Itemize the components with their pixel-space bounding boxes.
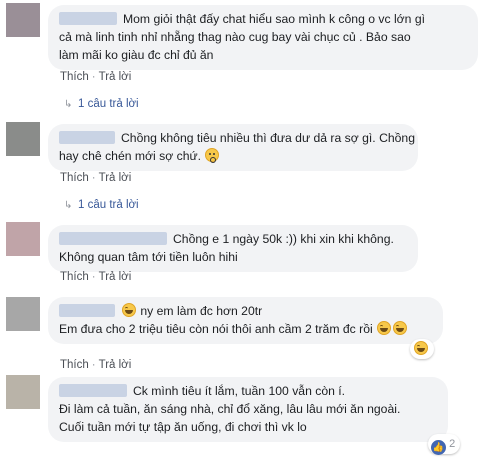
reply-link[interactable]: Trả lời	[99, 172, 132, 184]
laughing-emoji-icon	[122, 303, 136, 317]
laughing-reaction-icon	[414, 341, 428, 355]
avatar[interactable]	[6, 222, 40, 256]
reaction-count: 2	[449, 438, 456, 450]
action-separator: ·	[91, 271, 96, 283]
comment-text-line: Ck mình tiêu ít lắm, tuần 100 vẫn còn í.	[133, 384, 346, 398]
replies-count: 1 câu trả lời	[78, 98, 139, 110]
like-link[interactable]: Thích	[60, 359, 89, 371]
fearful-face-emoji-icon	[205, 148, 220, 163]
like-reaction-icon: 👍	[431, 440, 446, 455]
comment-actions: Thích · Trả lời	[60, 271, 131, 283]
reaction-badge[interactable]	[410, 339, 434, 359]
comment-text-line: Chồng không tiêu nhiều thì đưa dư dả ra …	[121, 131, 415, 145]
comment-text-line: hay chê chén mới sợ chứ.	[59, 149, 202, 163]
laughing-emoji-icon	[377, 321, 392, 335]
avatar[interactable]	[6, 3, 40, 37]
avatar[interactable]	[6, 122, 40, 156]
comment-text-line: Đi làm cả tuần, ăn sáng nhà, chỉ đổ xăng…	[59, 402, 401, 416]
comment-actions: Thích · Trả lời	[60, 359, 131, 371]
reply-link[interactable]: Trả lời	[99, 271, 132, 283]
reply-link[interactable]: Trả lời	[99, 359, 132, 371]
comment-text-line: Chồng e 1 ngày 50k :)) khi xin khi không…	[173, 232, 394, 246]
comment-text-line: ny em làm đc hơn 20tr	[140, 304, 263, 318]
comment-bubble: Mom giỏi thật đấy chat hiểu sao mình k c…	[48, 5, 478, 70]
commenter-name-redacted[interactable]	[59, 232, 167, 245]
comment-text-line: Em đưa cho 2 triệu tiêu còn nói thôi anh…	[59, 322, 373, 336]
like-link[interactable]: Thích	[60, 71, 89, 83]
comment-text-line: Mom giỏi thật đấy chat hiểu sao mình k c…	[123, 12, 426, 26]
commenter-name-redacted[interactable]	[59, 384, 127, 397]
comment-text-line: Không quan tâm tới tiền luôn hihi	[59, 250, 238, 264]
avatar[interactable]	[6, 297, 40, 331]
comment-actions: Thích · Trả lời	[60, 172, 131, 184]
view-replies-link[interactable]: ↳ 1 câu trả lời	[64, 199, 139, 211]
action-separator: ·	[91, 71, 96, 83]
commenter-name-redacted[interactable]	[59, 304, 115, 317]
comment-bubble: Chồng không tiêu nhiều thì đưa dư dả ra …	[48, 124, 418, 171]
avatar[interactable]	[6, 375, 40, 409]
reply-arrow-icon: ↳	[64, 99, 73, 110]
reply-link[interactable]: Trả lời	[99, 71, 132, 83]
laughing-emoji-icon	[393, 321, 408, 335]
like-link[interactable]: Thích	[60, 271, 89, 283]
commenter-name-redacted[interactable]	[59, 131, 115, 144]
action-separator: ·	[91, 359, 96, 371]
replies-count: 1 câu trả lời	[78, 199, 139, 211]
comment-bubble: ny em làm đc hơn 20tr Em đưa cho 2 triệu…	[48, 297, 443, 344]
comment-text-line: Cuối tuần mới tự tập ăn uống, đi chơi th…	[59, 420, 307, 434]
commenter-name-redacted[interactable]	[59, 12, 117, 25]
reaction-badge[interactable]: 👍 2	[428, 434, 461, 455]
comment-bubble: Ck mình tiêu ít lắm, tuần 100 vẫn còn í.…	[48, 377, 448, 442]
comment-text-line: làm mãi ko giàu đc chỉ đủ ăn	[59, 48, 214, 62]
comment-actions: Thích · Trả lời	[60, 71, 131, 83]
reply-arrow-icon: ↳	[64, 200, 73, 211]
action-separator: ·	[91, 172, 96, 184]
comment-bubble: Chồng e 1 ngày 50k :)) khi xin khi không…	[48, 225, 418, 272]
view-replies-link[interactable]: ↳ 1 câu trả lời	[64, 98, 139, 110]
comment-text-line: cả mà linh tinh nhỉ nhẵng thag nào cug b…	[59, 30, 411, 44]
like-link[interactable]: Thích	[60, 172, 89, 184]
